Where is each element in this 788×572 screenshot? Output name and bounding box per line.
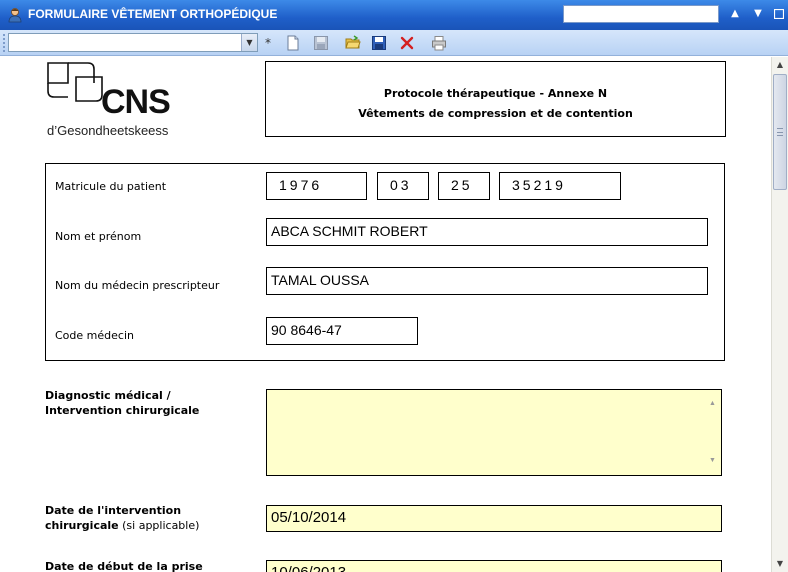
intervention-date-label-note: (si applicable) [118,519,200,532]
delete-icon[interactable] [399,35,415,51]
form-document: CNS d’Gesondheetskeess Protocole thérape… [0,57,771,572]
vertical-scrollbar[interactable]: ▲ ▼ [771,57,788,572]
scrollbar-thumb[interactable] [773,74,787,190]
start-date-label: Date de début de la prise [45,560,203,572]
matricule-number-field[interactable]: 35219 [499,172,621,200]
chevron-down-icon[interactable]: ▼ [241,34,257,51]
form-selector-dropdown[interactable]: ▼ [8,33,258,52]
form-header-box: Protocole thérapeutique - Annexe N Vêtem… [265,61,726,137]
new-document-icon[interactable] [285,35,301,51]
form-header-title: Protocole thérapeutique - Annexe N [383,87,608,100]
diagnostic-scrollbar[interactable]: ▲ ▼ [705,390,721,475]
matricule-label: Matricule du patient [55,180,167,193]
user-icon [8,8,22,23]
cns-logo-subtitle: d’Gesondheetskeess [47,123,169,138]
open-folder-icon[interactable] [345,35,361,51]
diagnostic-label: Diagnostic médical / Intervention chirur… [45,388,199,418]
intervention-date-field[interactable]: 05/10/2014 [266,505,722,532]
print-icon[interactable] [431,35,447,51]
toolbar-grip[interactable] [3,34,6,52]
diagnostic-label-line1: Diagnostic médical / [45,389,171,402]
save-icon[interactable] [371,35,387,51]
scroll-up-icon[interactable]: ▲ [772,57,788,73]
patient-name-field[interactable]: ABCA SCHMIT ROBERT [266,218,708,246]
doctor-name-label: Nom du médecin prescripteur [55,279,220,292]
title-search-input[interactable] [563,5,719,23]
intervention-date-label-bold: chirurgicale [45,519,119,532]
save-disabled-icon[interactable] [313,35,329,51]
patient-name-label: Nom et prénom [55,230,142,243]
toolbar: ▼ * [0,30,788,56]
scroll-up-arrow-icon[interactable]: ▲ [709,392,716,416]
scroll-up-icon[interactable]: ▲ [727,6,743,22]
doctor-code-field[interactable]: 90 8646-47 [266,317,418,345]
form-header-subtitle: Vêtements de compression et de contentio… [358,107,633,120]
matricule-year-field[interactable]: 1976 [266,172,367,200]
doctor-name-field[interactable]: TAMAL OUSSA [266,267,708,295]
doctor-code-label: Code médecin [55,329,134,342]
intervention-date-label: Date de l'intervention chirurgicale (si … [45,503,199,533]
minimize-icon[interactable]: ▼ [750,6,766,22]
title-bar: FORMULAIRE VÊTEMENT ORTHOPÉDIQUE ▲ ▼ [0,0,788,30]
scroll-down-arrow-icon[interactable]: ▼ [709,449,716,473]
modified-marker: * [265,36,271,50]
matricule-month-field[interactable]: 03 [377,172,429,200]
diagnostic-label-line2: Intervention chirurgicale [45,404,200,417]
cns-logo-text: CNS [101,83,171,121]
maximize-icon[interactable] [771,6,787,22]
start-date-field[interactable]: 10/06/2013 [266,560,722,572]
diagnostic-textarea[interactable]: ▲ ▼ [266,389,722,476]
intervention-date-label-line1: Date de l'intervention [45,504,182,517]
matricule-day-field[interactable]: 25 [438,172,490,200]
scrollbar-grip-icon [777,128,783,136]
window-title: FORMULAIRE VÊTEMENT ORTHOPÉDIQUE [28,7,278,21]
scroll-down-icon[interactable]: ▼ [772,556,788,572]
